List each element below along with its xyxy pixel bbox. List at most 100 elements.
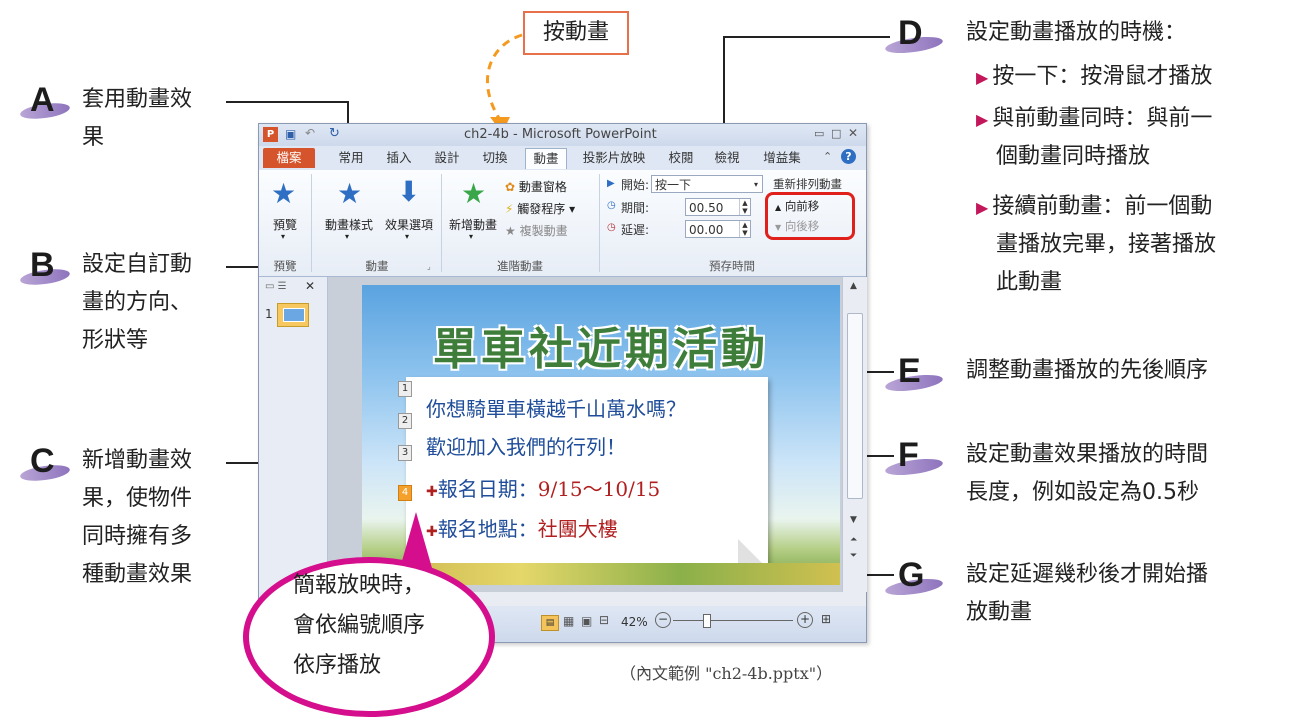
prev-slide-icon[interactable]: ⏶	[850, 535, 857, 545]
chevron-down-icon: ▾	[753, 180, 758, 189]
slides-view-icon[interactable]: ▭ ☰	[265, 281, 287, 292]
caption: （內文範例 "ch2-4b.pptx"）	[620, 664, 833, 683]
tab-view[interactable]: 檢視	[709, 148, 745, 168]
move-earlier-button[interactable]: ▲ 向前移	[775, 198, 819, 214]
preview-button[interactable]: ★ 預覽 ▾	[265, 176, 305, 246]
letter-b: B	[30, 246, 55, 284]
annotation-c-line: 果，使物件	[82, 486, 193, 511]
spinner-icon[interactable]: ▲ ▼	[739, 199, 750, 215]
scroll-thumb[interactable]	[847, 313, 863, 499]
scroll-up-icon[interactable]: ▲	[850, 281, 857, 291]
delay-clock-icon: ◷	[607, 222, 616, 233]
reading-view-icon[interactable]: ▣	[581, 614, 592, 628]
slide-thumbnail[interactable]	[277, 303, 309, 327]
duration-input[interactable]: 00.50 ▲ ▼	[685, 198, 751, 216]
lightning-icon: ⚡	[505, 202, 514, 216]
preview-star-icon: ★	[271, 177, 297, 210]
annotation-d-bullet-cont: 個動畫同時播放	[996, 144, 1151, 169]
vertical-scrollbar[interactable]: ▲ ▼ ⏶ ⏷	[842, 277, 867, 592]
zoom-out-icon[interactable]: −	[655, 612, 671, 628]
animation-painter-button[interactable]: ★ 複製動畫	[505, 222, 568, 239]
annotation-d-heading: 設定動畫播放的時機：	[966, 20, 1187, 45]
add-animation-button[interactable]: ★ 新增動畫 ▾	[445, 176, 501, 246]
slide-sorter-icon[interactable]: ▦	[563, 614, 574, 628]
letter-f: F	[898, 436, 919, 474]
close-icon[interactable]: ✕	[848, 126, 858, 140]
preview-label: 預覽	[272, 218, 297, 232]
move-later-button[interactable]: ▼ 向後移	[775, 218, 819, 234]
content-placeholder[interactable]: 你想騎單車橫越千山萬水嗎？ 歡迎加入我們的行列！ ✚報名日期：9/15～10/1…	[406, 377, 772, 573]
redo-icon[interactable]: ↻	[329, 126, 340, 141]
animation-order-tag[interactable]: 2	[398, 413, 412, 429]
ribbon-collapse-icon[interactable]: ⌃	[823, 150, 832, 163]
chevron-down-icon: ▾	[405, 232, 410, 241]
effect-options-button[interactable]: ⬇ 效果選項 ▾	[381, 176, 437, 246]
animation-order-tag[interactable]: 4	[398, 485, 412, 501]
animation-styles-button[interactable]: ★ 動畫樣式 ▾	[317, 176, 381, 246]
fit-window-icon[interactable]: ⊞	[821, 612, 831, 626]
group-label-animation: 動畫	[365, 259, 389, 273]
annotation-a: 套用動畫效 果	[82, 81, 192, 157]
animation-styles-label: 動畫樣式	[324, 218, 373, 232]
tab-design[interactable]: 設計	[429, 148, 465, 168]
zoom-in-icon[interactable]: +	[797, 612, 813, 628]
zoom-level[interactable]: 42%	[621, 615, 648, 629]
zoom-slider[interactable]	[673, 620, 793, 621]
animation-pane-button[interactable]: ✿ 動畫窗格	[505, 178, 567, 195]
next-slide-icon[interactable]: ⏷	[850, 551, 857, 561]
tab-insert[interactable]: 插入	[381, 148, 417, 168]
zoom-slider-thumb[interactable]	[703, 614, 711, 628]
tab-slideshow[interactable]: 投影片放映	[577, 148, 651, 168]
duration-clock-icon: ◷	[607, 200, 616, 211]
close-pane-icon[interactable]: ✕	[305, 279, 315, 293]
start-play-icon: ▶	[607, 178, 615, 189]
undo-icon[interactable]: ↶	[305, 126, 315, 140]
annotation-d-bullet-cont: 畫播放完畢，接著播放	[996, 232, 1217, 257]
chevron-down-icon: ▾	[345, 232, 350, 241]
tab-review[interactable]: 校閱	[661, 148, 701, 168]
annotation-g: 設定延遲幾秒後才開始播 放動畫	[966, 556, 1208, 632]
slide-title[interactable]: 單車社近期活動	[362, 313, 840, 377]
annotation-b-line: 形狀等	[82, 328, 149, 353]
title-bar: P ▣ ↶ ↻ ch2-4b - Microsoft PowerPoint ▭ …	[259, 124, 866, 146]
group-separator	[599, 174, 600, 272]
tab-addins[interactable]: 增益集	[757, 148, 807, 168]
start-select[interactable]: 按一下 ▾	[651, 175, 763, 193]
tab-file[interactable]: 檔案	[263, 148, 315, 168]
tab-home[interactable]: 常用	[331, 148, 371, 168]
trigger-button[interactable]: ⚡ 觸發程序 ▾	[505, 200, 575, 217]
delay-input[interactable]: 00.00 ▲ ▼	[685, 220, 751, 238]
down-arrow-icon: ⬇	[397, 175, 421, 208]
bubble-line: 依序播放	[293, 653, 382, 678]
slideshow-icon[interactable]: ⊟	[599, 613, 609, 627]
triangle-up-icon: ▲	[775, 203, 782, 212]
leader-d-h	[724, 36, 890, 38]
maximize-icon[interactable]: □	[831, 127, 841, 140]
letter-g: G	[898, 556, 925, 594]
chevron-down-icon: ▾	[281, 232, 286, 241]
start-label: 開始:	[621, 178, 650, 192]
normal-view-icon[interactable]: ▤	[541, 615, 559, 631]
scroll-down-icon[interactable]: ▼	[850, 515, 857, 525]
annotation-c: 新增動畫效 果，使物件 同時擁有多 種動畫效果	[82, 442, 192, 594]
animation-order-tag[interactable]: 3	[398, 445, 412, 461]
callout-animation-tab: 按動畫	[523, 11, 629, 55]
animation-order-tag[interactable]: 1	[398, 381, 412, 397]
add-animation-label: 新增動畫	[448, 218, 497, 232]
spinner-icon[interactable]: ▲ ▼	[739, 221, 750, 237]
slides-pane: ▭ ☰ ✕ 1	[259, 277, 328, 592]
help-icon[interactable]: ?	[841, 149, 856, 164]
save-icon[interactable]: ▣	[285, 127, 296, 141]
annotation-c-line: 種動畫效果	[82, 562, 193, 587]
tab-animations[interactable]: 動畫	[525, 148, 567, 169]
dialog-launcher-icon[interactable]: ⌟	[427, 262, 431, 271]
window-title: ch2-4b - Microsoft PowerPoint	[464, 127, 657, 142]
tab-transitions[interactable]: 切換	[477, 148, 513, 168]
minimize-icon[interactable]: ▭	[814, 127, 824, 140]
ribbon-tabs: 檔案 常用 插入 設計 切換 動畫 投影片放映 校閱 檢視 增益集 ⌃ ?	[259, 146, 866, 170]
app-icon: P	[263, 127, 278, 142]
letter-a: A	[30, 81, 55, 119]
delay-label: 延遲:	[621, 223, 650, 237]
letter-c: C	[30, 442, 55, 480]
annotation-d-bullet: ▶ 接續前動畫：前一個動	[976, 194, 1213, 219]
